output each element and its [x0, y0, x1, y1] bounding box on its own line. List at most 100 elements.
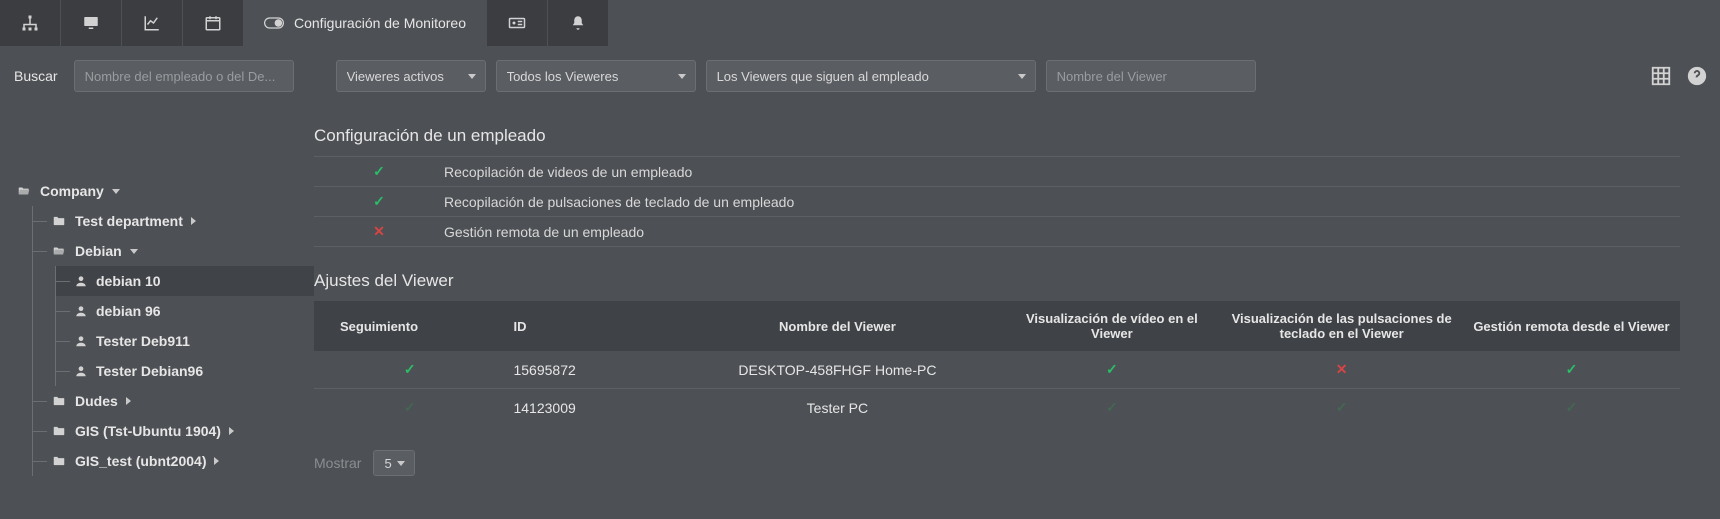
check-muted-icon: ✓: [404, 399, 416, 415]
search-input[interactable]: [74, 60, 294, 92]
cross-icon: ✕: [1336, 361, 1348, 377]
toggle-icon: [264, 17, 284, 29]
folder-open-icon: [51, 244, 67, 258]
select-all-viewers[interactable]: Todos los Vieweres: [496, 60, 696, 92]
config-row: ✓ Recopilación de pulsaciones de teclado…: [314, 187, 1680, 217]
tree-item-gis-test-ubnt[interactable]: GIS_test (ubnt2004): [33, 446, 314, 476]
help-icon: [1686, 65, 1708, 87]
check-icon: ✓: [373, 163, 385, 179]
check-icon: ✓: [1566, 361, 1578, 377]
chevron-down-icon: [112, 189, 120, 194]
table-row[interactable]: ✓ 15695872DESKTOP-458FHGF Home-PC ✓ ✕ ✓: [314, 351, 1680, 389]
config-label: Gestión remota de un empleado: [444, 224, 644, 240]
col-remote[interactable]: Gestión remota desde el Viewer: [1463, 301, 1680, 351]
nav-tab-alerts[interactable]: [548, 0, 608, 46]
folder-open-icon: [16, 184, 32, 198]
cross-icon: ✕: [373, 223, 385, 239]
help-button[interactable]: [1684, 63, 1710, 89]
col-video[interactable]: Visualización de vídeo en el Viewer: [1003, 301, 1220, 351]
chevron-down-icon: [130, 249, 138, 254]
tree-label: Tester Deb911: [96, 333, 190, 349]
col-follow[interactable]: Seguimiento: [314, 301, 505, 351]
config-row: ✕ Gestión remota de un empleado: [314, 217, 1680, 247]
id-card-icon: [508, 14, 526, 32]
nav-tab-monitor[interactable]: [61, 0, 121, 46]
tree-item-debian-10[interactable]: debian 10: [56, 266, 314, 296]
viewer-settings-title: Ajustes del Viewer: [314, 271, 1680, 291]
folder-icon: [51, 454, 67, 468]
chevron-right-icon: [126, 397, 131, 405]
nav-tab-label: Configuración de Monitoreo: [294, 15, 466, 31]
check-icon: ✓: [1106, 361, 1118, 377]
select-active-viewers[interactable]: Vieweres activos: [336, 60, 486, 92]
nav-tab-calendar[interactable]: [183, 0, 243, 46]
user-icon: [74, 364, 88, 378]
config-label: Recopilación de pulsaciones de teclado d…: [444, 194, 794, 210]
pager-select[interactable]: 5: [373, 450, 415, 476]
tree-root-company[interactable]: Company: [10, 176, 314, 206]
nav-tab-monitoring-config[interactable]: Configuración de Monitoreo: [244, 0, 486, 46]
tree-label: debian 96: [96, 303, 161, 319]
bell-icon: [569, 14, 587, 32]
nav-tab-profile[interactable]: [487, 0, 547, 46]
col-id[interactable]: ID: [505, 301, 671, 351]
user-icon: [74, 334, 88, 348]
calendar-icon: [204, 14, 222, 32]
main-content: Configuración de un empleado ✓ Recopilac…: [314, 106, 1720, 476]
tree-item-debian[interactable]: Debian: [33, 236, 314, 266]
user-icon: [74, 274, 88, 288]
viewer-name-input[interactable]: [1046, 60, 1256, 92]
pager-label: Mostrar: [314, 455, 361, 471]
search-label: Buscar: [14, 68, 58, 84]
nav-tab-org[interactable]: [0, 0, 60, 46]
cell-id: 14123009: [505, 389, 671, 427]
tree-item-tester-debian96[interactable]: Tester Debian96: [56, 356, 314, 386]
viewer-settings-table: Seguimiento ID Nombre del Viewer Visuali…: [314, 301, 1680, 426]
user-icon: [74, 304, 88, 318]
tree-item-tester-deb911[interactable]: Tester Deb911: [56, 326, 314, 356]
tree-label: debian 10: [96, 273, 161, 289]
check-muted-icon: ✓: [1106, 399, 1118, 415]
tree-label: Dudes: [75, 393, 118, 409]
cell-name: DESKTOP-458FHGF Home-PC: [671, 351, 1003, 389]
grid-icon: [1650, 65, 1672, 87]
check-muted-icon: ✓: [1336, 399, 1348, 415]
config-row: ✓ Recopilación de videos de un empleado: [314, 157, 1680, 187]
col-keys[interactable]: Visualización de las pulsaciones de tecl…: [1220, 301, 1463, 351]
cell-id: 15695872: [505, 351, 671, 389]
nav-tab-reports[interactable]: [122, 0, 182, 46]
tree-item-dudes[interactable]: Dudes: [33, 386, 314, 416]
tree-label: Debian: [75, 243, 122, 259]
filter-bar: Buscar Vieweres activos Todos los Viewer…: [0, 46, 1720, 106]
tree-item-test-department[interactable]: Test department: [33, 206, 314, 236]
sidebar: Company Test department Debian: [0, 106, 314, 476]
employee-config-title: Configuración de un empleado: [314, 126, 1680, 146]
folder-icon: [51, 394, 67, 408]
tree-label: GIS (Tst-Ubuntu 1904): [75, 423, 221, 439]
monitor-icon: [82, 14, 100, 32]
col-name[interactable]: Nombre del Viewer: [671, 301, 1003, 351]
chevron-right-icon: [191, 217, 196, 225]
tree-label: Tester Debian96: [96, 363, 203, 379]
tree-label: GIS_test (ubnt2004): [75, 453, 206, 469]
tree-item-debian-96[interactable]: debian 96: [56, 296, 314, 326]
select-following-viewers[interactable]: Los Viewers que siguen al empleado: [706, 60, 1036, 92]
check-muted-icon: ✓: [1566, 399, 1578, 415]
folder-icon: [51, 214, 67, 228]
check-icon: ✓: [373, 193, 385, 209]
top-nav: Configuración de Monitoreo: [0, 0, 1720, 46]
employee-config-list: ✓ Recopilación de videos de un empleado …: [314, 156, 1680, 247]
tree-item-gis-tst-ubuntu[interactable]: GIS (Tst-Ubuntu 1904): [33, 416, 314, 446]
folder-icon: [51, 424, 67, 438]
tree-label: Company: [40, 183, 104, 199]
table-row[interactable]: ✓ 14123009Tester PC ✓ ✓ ✓: [314, 389, 1680, 427]
chevron-right-icon: [229, 427, 234, 435]
chart-icon: [143, 14, 161, 32]
cell-name: Tester PC: [671, 389, 1003, 427]
chevron-right-icon: [214, 457, 219, 465]
check-icon: ✓: [404, 361, 416, 377]
config-label: Recopilación de videos de un empleado: [444, 164, 692, 180]
org-icon: [21, 14, 39, 32]
tree-label: Test department: [75, 213, 183, 229]
grid-view-button[interactable]: [1648, 63, 1674, 89]
